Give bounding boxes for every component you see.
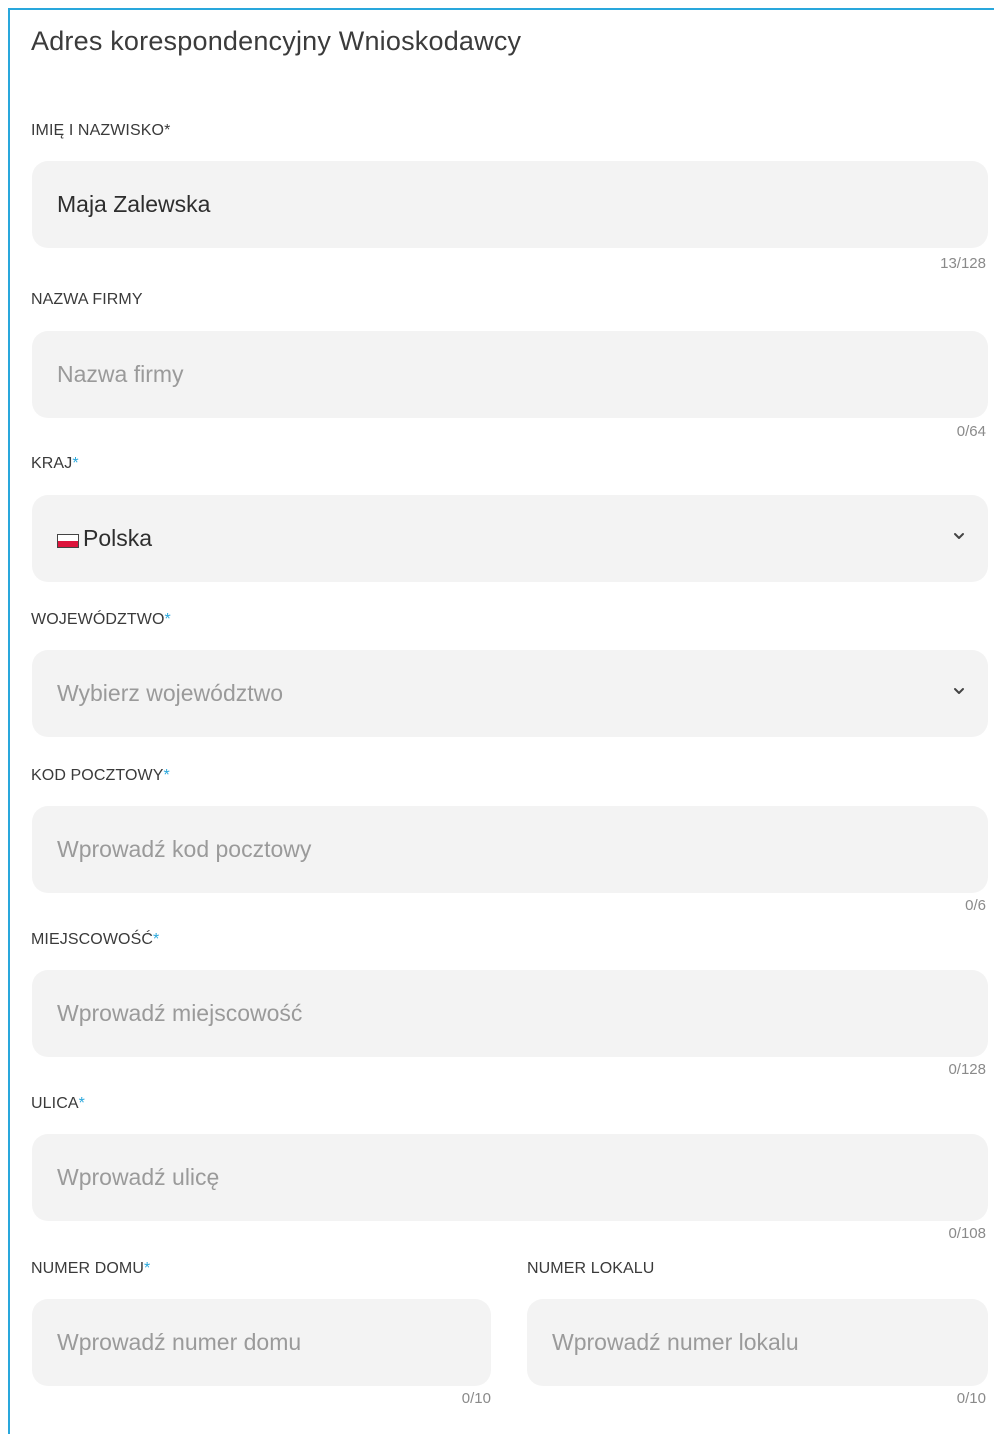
required-mark: *: [163, 767, 170, 784]
country-select[interactable]: Polska: [32, 495, 988, 582]
street-input[interactable]: [32, 1134, 988, 1221]
poland-flag-icon: [57, 533, 79, 548]
required-mark: *: [153, 931, 160, 948]
full-name-input[interactable]: [32, 161, 988, 248]
house-number-input[interactable]: [32, 1299, 491, 1386]
house-number-label: NUMER DOMU*: [31, 1260, 150, 1278]
required-mark: *: [164, 122, 171, 139]
street-counter: 0/108: [948, 1225, 986, 1242]
postal-code-input[interactable]: [32, 806, 988, 893]
house-number-counter: 0/10: [461, 1390, 491, 1407]
postal-code-counter: 0/6: [965, 897, 986, 914]
required-mark: *: [72, 455, 79, 472]
postal-code-label: KOD POCZTOWY*: [31, 767, 170, 785]
voivodeship-placeholder: Wybierz województwo: [57, 680, 284, 706]
apartment-number-label: NUMER LOKALU: [527, 1260, 655, 1277]
section-title: Adres korespondencyjny Wnioskodawcy: [31, 26, 522, 56]
postal-code-label-text: KOD POCZTOWY: [31, 767, 164, 784]
city-counter: 0/128: [948, 1061, 986, 1078]
country-label-text: KRAJ: [31, 455, 73, 472]
city-label-text: MIEJSCOWOŚĆ: [31, 931, 153, 948]
required-mark: *: [78, 1095, 85, 1112]
required-mark: *: [144, 1260, 151, 1277]
chevron-down-icon: [954, 533, 964, 539]
company-label: NAZWA FIRMY: [31, 291, 143, 308]
house-number-label-text: NUMER DOMU: [31, 1260, 144, 1277]
apartment-number-input[interactable]: [527, 1299, 988, 1386]
city-input[interactable]: [32, 970, 988, 1057]
apartment-number-counter: 0/10: [956, 1390, 986, 1407]
country-selected-value: Polska: [83, 525, 153, 551]
required-mark: *: [164, 611, 171, 628]
full-name-label-text: IMIĘ I NAZWISKO: [31, 122, 165, 139]
full-name-label: IMIĘ I NAZWISKO*: [31, 122, 170, 140]
voivodeship-label: WOJEWÓDZTWO*: [31, 611, 171, 629]
company-name-input[interactable]: [32, 331, 988, 418]
street-label-text: ULICA: [31, 1095, 79, 1112]
chevron-down-icon: [954, 688, 964, 694]
country-label: KRAJ*: [31, 455, 79, 473]
voivodeship-label-text: WOJEWÓDZTWO: [31, 611, 165, 628]
city-label: MIEJSCOWOŚĆ*: [31, 931, 159, 949]
voivodeship-select[interactable]: Wybierz województwo: [32, 650, 988, 737]
company-counter: 0/64: [956, 423, 986, 440]
full-name-counter: 13/128: [940, 255, 986, 272]
street-label: ULICA*: [31, 1095, 85, 1113]
